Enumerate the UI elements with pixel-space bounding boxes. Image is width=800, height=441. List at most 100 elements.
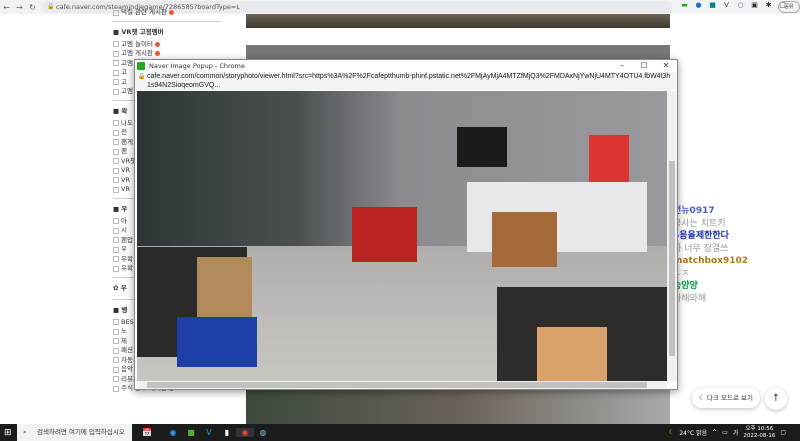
back-icon[interactable]: ← xyxy=(0,3,13,12)
board-icon xyxy=(113,148,119,155)
popup-photo xyxy=(137,91,667,382)
sidebar-item-label: 노 xyxy=(121,327,127,335)
chat-message: 꿍사는 치트키 xyxy=(673,218,726,229)
sidebar-item-label: 고멤 xyxy=(121,87,133,95)
sidebar-item-label: 팬 xyxy=(121,147,127,155)
puzzle-icon[interactable]: ✱ xyxy=(764,1,773,11)
board-icon xyxy=(113,129,119,136)
extension-icon[interactable]: ■ xyxy=(708,1,717,11)
weather-icon: ☾ xyxy=(668,429,675,436)
sidebar-item-label: VR xyxy=(121,166,130,174)
notification-icon[interactable]: ▢ xyxy=(780,429,786,436)
maximize-button[interactable]: ☐ xyxy=(633,60,655,72)
chat-list: 연뉴0917 꿍사는 치트키 4용을제한한다 아 너무 청결쓰 matchbox9102… xyxy=(673,205,748,305)
sidebar-item-label: 제 xyxy=(121,336,127,345)
sidebar-item[interactable]: 고멤 놀이터 xyxy=(113,40,221,50)
search-icon: ⌕ xyxy=(23,428,27,436)
board-icon xyxy=(113,50,119,57)
board-icon xyxy=(113,328,119,335)
popup-address-bar[interactable]: 🔒 cafe.naver.com/common/storyphoto/viewer… xyxy=(135,72,677,90)
scroll-top-button[interactable]: ↑ xyxy=(765,388,787,410)
system-tray: ☾ 24°C 맑음 ^ ▭ 가 오후 10:56 2022-08-16 ▢ xyxy=(669,424,786,441)
sidebar-item-label: 나도 xyxy=(121,118,133,127)
close-button[interactable]: ✕ xyxy=(655,60,677,72)
forward-icon[interactable]: → xyxy=(13,3,26,12)
dark-mode-button[interactable]: ☾ 다크 모드로 보기 xyxy=(692,388,760,408)
network-icon[interactable]: ▭ xyxy=(722,429,728,436)
section-title: ■ VR챗 고정멤버 xyxy=(113,20,221,40)
board-icon xyxy=(113,357,119,364)
extension-icon[interactable]: ▣ xyxy=(750,1,759,11)
chrome-icon[interactable]: ◉ xyxy=(236,428,254,437)
sidebar-item-label: 고 xyxy=(121,68,127,76)
windows-start-icon[interactable]: ⊞ xyxy=(4,428,12,438)
minimize-button[interactable]: – xyxy=(611,60,633,72)
chat-message: 아 너무 청결쓰 xyxy=(673,243,729,254)
sidebar-item-label: 고멤 xyxy=(121,58,133,67)
board-icon xyxy=(113,227,119,234)
sidebar-item[interactable]: 고멤 게시판 xyxy=(113,49,221,59)
chat-username[interactable]: 4용을제한한다 xyxy=(673,230,748,243)
app-icon[interactable]: ▮ xyxy=(218,428,236,437)
board-icon xyxy=(113,319,119,326)
extension-icon[interactable]: ● xyxy=(694,1,703,11)
vscode-icon[interactable]: V xyxy=(200,428,218,437)
sidebar-item-label: 팬게 xyxy=(121,137,133,146)
board-icon xyxy=(113,265,119,272)
new-badge-icon xyxy=(154,51,160,57)
profile-button[interactable]: 공유 xyxy=(778,1,800,13)
board-icon xyxy=(113,218,119,225)
board-icon xyxy=(113,246,119,253)
chat-username[interactable]: 연뉴0917 xyxy=(673,205,748,218)
chat-username[interactable]: matchbox9102 xyxy=(673,255,748,268)
popup-titlebar[interactable]: Naver Image Popup - Chrome – ☐ ✕ xyxy=(135,60,677,72)
popup-vertical-scrollbar[interactable] xyxy=(667,91,677,382)
sidebar-item-label: 아 xyxy=(121,216,127,225)
tray-chevron-icon[interactable]: ^ xyxy=(712,429,717,436)
post-image xyxy=(246,14,670,28)
extension-icon[interactable]: ○ xyxy=(736,1,745,11)
clock[interactable]: 오후 10:56 2022-08-16 xyxy=(743,426,775,440)
popup-horizontal-scrollbar[interactable] xyxy=(137,381,667,389)
sidebar-item-label: 전 xyxy=(121,128,127,136)
taskbar-search[interactable]: ⌕ 검색하려면 여기에 입력하십시오 xyxy=(17,424,132,441)
board-icon xyxy=(113,177,119,184)
chat-message: ㄴㅈ xyxy=(673,268,690,279)
sidebar-item-label: 고멤 놀이터 xyxy=(121,39,153,48)
lock-icon: 🔒 xyxy=(138,74,146,80)
board-icon xyxy=(113,338,119,345)
chat-username[interactable]: 송양양 xyxy=(673,280,748,293)
windows-taskbar: ⊞ ⌕ 검색하려면 여기에 입력하십시오 📅 ◉ ■ V ▮ ◉ ◍ ☾ 24°C … xyxy=(0,424,800,441)
board-icon xyxy=(113,79,119,86)
sidebar-item-label: 우 xyxy=(121,245,127,253)
steam-icon[interactable]: ◍ xyxy=(254,428,272,437)
minecraft-icon[interactable]: ■ xyxy=(182,428,200,437)
news-icon[interactable]: 📅 xyxy=(138,428,156,437)
reload-icon[interactable]: ↻ xyxy=(26,3,39,12)
sidebar-item-label: 우왁 xyxy=(121,254,133,263)
sidebar-item[interactable]: 덕질 관련 게시판 xyxy=(113,8,221,18)
extension-icon[interactable]: V xyxy=(722,1,731,11)
image-popup-window: Naver Image Popup - Chrome – ☐ ✕ 🔒 cafe.nav… xyxy=(134,59,678,390)
weather-text[interactable]: 24°C 맑음 xyxy=(679,428,707,437)
sidebar-item-label: 우왁 xyxy=(121,264,133,272)
extension-icon[interactable]: ▬ xyxy=(680,1,689,11)
board-icon xyxy=(113,158,119,165)
naver-icon xyxy=(137,62,145,70)
popup-url-text: cafe.naver.com/common/storyphoto/viewer.… xyxy=(147,73,671,89)
sidebar-item-label: VR xyxy=(121,175,130,184)
board-icon xyxy=(113,385,119,392)
board-icon xyxy=(113,186,119,193)
sidebar-item-label: BES xyxy=(121,317,134,326)
sidebar-item-label: 고 xyxy=(121,77,127,86)
board-icon xyxy=(113,376,119,383)
edge-icon[interactable]: ◉ xyxy=(164,428,182,437)
board-icon xyxy=(113,139,119,146)
new-badge-icon xyxy=(154,41,160,47)
board-icon xyxy=(113,347,119,354)
board-icon xyxy=(113,88,119,95)
lock-icon: 🔒 xyxy=(47,3,55,10)
board-icon xyxy=(113,120,119,127)
post-image xyxy=(246,390,670,424)
ime-icon[interactable]: 가 xyxy=(733,428,739,437)
